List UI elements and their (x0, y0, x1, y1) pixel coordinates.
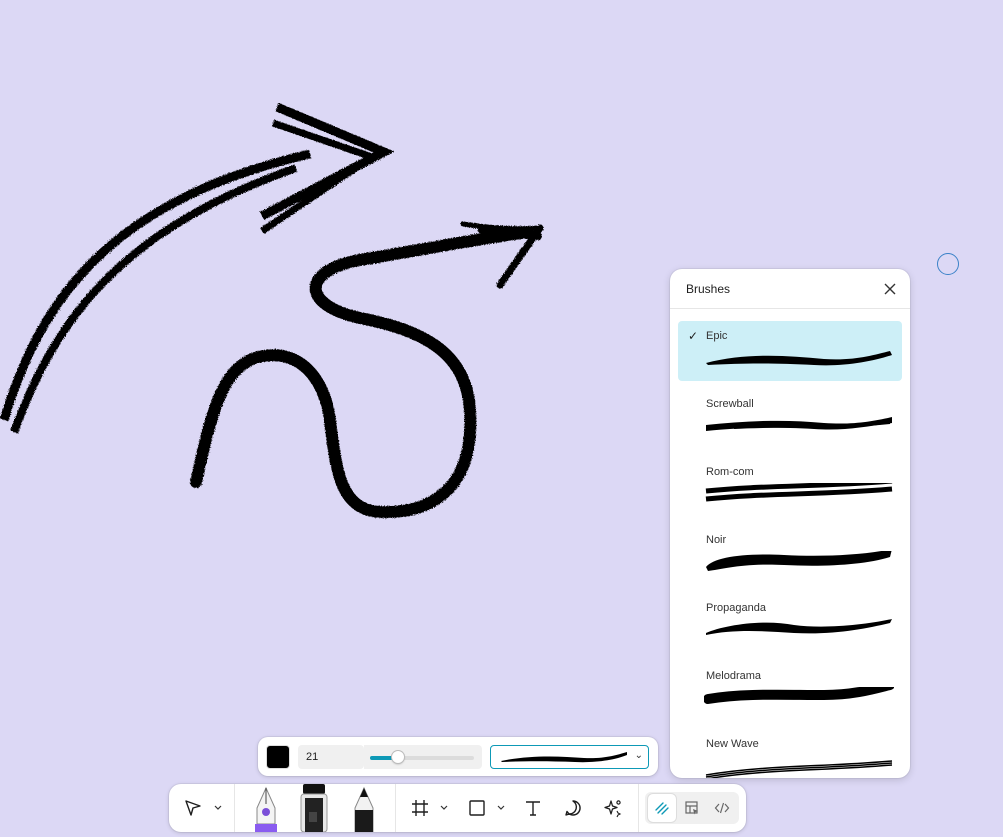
dev-mode-icon (714, 802, 730, 814)
brush-name: New Wave (706, 738, 759, 750)
toolbar-divider (234, 784, 235, 832)
brush-preview-melodrama (704, 687, 894, 704)
brush-name: Rom-com (706, 466, 754, 478)
brush-name: Propaganda (706, 602, 766, 614)
slider-track (370, 751, 474, 763)
brush-item-epic[interactable]: ✓ Epic (678, 321, 902, 381)
brush-size-input[interactable] (298, 745, 364, 769)
close-button[interactable] (880, 279, 900, 299)
brush-item-screwball[interactable]: Screwball (678, 389, 902, 449)
marker-tool-icon[interactable] (299, 784, 329, 832)
move-tool-button[interactable] (181, 796, 205, 820)
check-icon: ✓ (688, 329, 699, 343)
brush-name: Noir (706, 534, 727, 546)
shape-tool-button[interactable] (465, 796, 489, 820)
move-pointer-icon (185, 800, 201, 816)
brush-preview-screwball (706, 417, 892, 431)
close-icon (884, 283, 896, 295)
comment-icon (565, 800, 581, 816)
draw-mode-button[interactable] (648, 794, 676, 822)
brush-item-melodrama[interactable]: Melodrama (678, 661, 902, 721)
brush-preview-propaganda (706, 619, 892, 635)
toolbar-divider (638, 784, 639, 832)
squiggle-arrow-stroke[interactable] (190, 221, 544, 519)
brush-options-bar: ⌄ (258, 737, 658, 776)
brush-preview-noir (706, 551, 892, 571)
chevron-down-icon: ⌄ (634, 750, 643, 761)
design-mode-button[interactable] (678, 794, 706, 822)
text-icon (526, 801, 540, 816)
draw-mode-icon (655, 802, 669, 815)
stroke-color-swatch[interactable] (266, 745, 290, 769)
frame-icon (412, 800, 428, 816)
brush-item-noir[interactable]: Noir (678, 525, 902, 585)
pen-tool-icon[interactable] (251, 786, 281, 832)
comment-tool-button[interactable] (561, 796, 585, 820)
chevron-down-icon[interactable] (439, 801, 449, 815)
chevron-down-icon[interactable] (496, 801, 506, 815)
brush-size-slider[interactable] (364, 745, 482, 769)
selected-brush-preview (501, 752, 627, 763)
mode-switcher (645, 792, 739, 824)
cursor-indicator (937, 253, 959, 275)
brush-name: Epic (706, 330, 728, 342)
brush-list: ✓ Epic Screwball Rom-com Noir Propaganda… (678, 321, 902, 778)
brushes-panel-title: Brushes (686, 282, 731, 296)
toolbar-divider (395, 784, 396, 832)
brush-item-propaganda[interactable]: Propaganda (678, 593, 902, 653)
brush-item-new-wave[interactable]: New Wave (678, 729, 902, 778)
brush-name: Screwball (706, 398, 754, 410)
brush-preview-epic (706, 351, 892, 366)
main-toolbar (169, 784, 746, 832)
brushes-panel: Brushes ✓ Epic Screwball Rom-com Noir Pr… (670, 269, 910, 778)
brush-type-dropdown[interactable]: ⌄ (490, 745, 649, 769)
brush-preview-rom-com (705, 483, 893, 502)
brush-item-rom-com[interactable]: Rom-com (678, 457, 902, 517)
frame-tool-button[interactable] (408, 796, 432, 820)
dev-mode-button[interactable] (708, 794, 736, 822)
ai-actions-icon (604, 800, 622, 818)
brush-name: Melodrama (706, 670, 762, 682)
design-mode-icon (685, 801, 698, 815)
slider-thumb[interactable] (392, 751, 405, 763)
text-tool-button[interactable] (521, 796, 545, 820)
pencil-tool-icon[interactable] (349, 786, 379, 832)
brushes-panel-header: Brushes (670, 269, 910, 309)
ai-actions-button[interactable] (601, 796, 625, 820)
chevron-down-icon[interactable] (213, 801, 223, 815)
rectangle-icon (469, 800, 485, 816)
brush-preview-new-wave (705, 760, 893, 778)
